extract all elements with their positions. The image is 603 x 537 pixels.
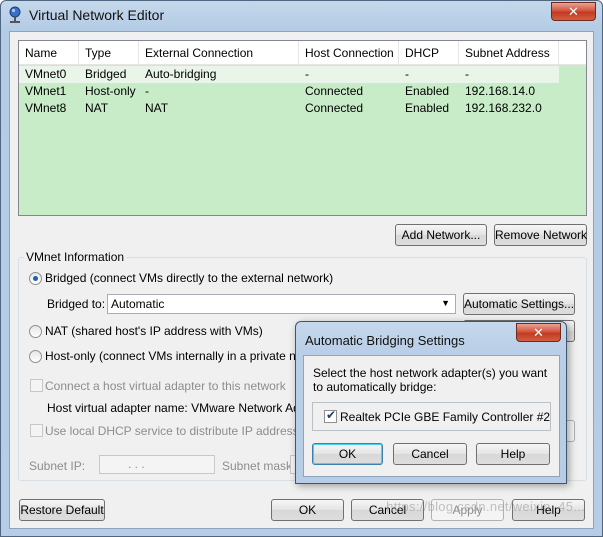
dialog-ok-button[interactable]: OK bbox=[312, 443, 383, 465]
row-type: Host-only bbox=[85, 84, 136, 98]
col-external-connection[interactable]: External Connection bbox=[139, 41, 299, 65]
row-name: VMnet0 bbox=[25, 67, 67, 81]
dialog-title: Automatic Bridging Settings bbox=[305, 333, 465, 348]
close-icon: ✕ bbox=[568, 4, 579, 19]
close-icon: ✕ bbox=[533, 325, 544, 340]
bridged-to-value: Automatic bbox=[111, 297, 165, 311]
subnet-ip-label: Subnet IP: bbox=[29, 459, 86, 473]
row-external: Auto-bridging bbox=[145, 67, 217, 81]
chevron-down-icon: ▼ bbox=[441, 298, 450, 308]
row-name: VMnet8 bbox=[25, 101, 67, 115]
host-only-radio[interactable] bbox=[29, 350, 42, 363]
ok-button[interactable]: OK bbox=[271, 499, 344, 521]
bridged-radio[interactable] bbox=[29, 272, 42, 285]
col-dhcp[interactable]: DHCP bbox=[399, 41, 459, 65]
vmnet-information-label: VMnet Information bbox=[24, 250, 127, 264]
host-only-label[interactable]: Host-only (connect VMs internally in a p… bbox=[45, 349, 325, 363]
table-row[interactable]: VMnet1 Host-only - Connected Enabled 192… bbox=[19, 83, 559, 100]
row-dhcp: - bbox=[405, 67, 409, 81]
adapter-label[interactable]: Realtek PCIe GBE Family Controller #2 bbox=[340, 410, 550, 424]
bridged-label[interactable]: Bridged (connect VMs directly to the ext… bbox=[45, 271, 333, 285]
remove-network-button[interactable]: Remove Network bbox=[494, 224, 587, 246]
network-list[interactable]: Name Type External Connection Host Conne… bbox=[18, 40, 587, 216]
automatic-bridging-dialog: Automatic Bridging Settings ✕ Select the… bbox=[295, 321, 567, 484]
table-row[interactable]: VMnet8 NAT NAT Connected Enabled 192.168… bbox=[19, 100, 559, 117]
title-bar[interactable]: Virtual Network Editor ✕ bbox=[1, 1, 602, 29]
col-host-connection[interactable]: Host Connection bbox=[299, 41, 399, 65]
row-name: VMnet1 bbox=[25, 84, 67, 98]
row-subnet: - bbox=[465, 67, 469, 81]
subnet-ip-value: . . . bbox=[128, 457, 145, 471]
window-title: Virtual Network Editor bbox=[29, 7, 165, 23]
col-type[interactable]: Type bbox=[79, 41, 139, 65]
dialog-client-area: Select the host network adapter(s) you w… bbox=[303, 355, 560, 477]
dialog-cancel-button[interactable]: Cancel bbox=[393, 443, 467, 465]
network-list-header: Name Type External Connection Host Conne… bbox=[19, 41, 586, 65]
row-type: Bridged bbox=[85, 67, 127, 81]
row-subnet: 192.168.14.0 bbox=[465, 84, 536, 98]
row-host: - bbox=[305, 67, 309, 81]
dialog-instruction: Select the host network adapter(s) you w… bbox=[313, 366, 548, 394]
row-dhcp: Enabled bbox=[405, 84, 450, 98]
col-subnet-address[interactable]: Subnet Address bbox=[459, 41, 559, 65]
restore-default-button[interactable]: Restore Default bbox=[19, 499, 105, 521]
row-host: Connected bbox=[305, 101, 364, 115]
automatic-settings-button[interactable]: Automatic Settings... bbox=[463, 293, 575, 315]
connect-adapter-label: Connect a host virtual adapter to this n… bbox=[45, 379, 286, 393]
add-network-button[interactable]: Add Network... bbox=[395, 224, 487, 246]
close-dialog-button[interactable]: ✕ bbox=[516, 323, 561, 342]
dhcp-checkbox[interactable] bbox=[30, 424, 43, 437]
close-window-button[interactable]: ✕ bbox=[551, 2, 596, 21]
row-type: NAT bbox=[85, 101, 109, 115]
table-row[interactable]: VMnet0 Bridged Auto-bridging - - - bbox=[19, 66, 559, 83]
col-name[interactable]: Name bbox=[19, 41, 79, 65]
nat-radio[interactable] bbox=[29, 325, 42, 338]
adapter-name-label: Host virtual adapter name: VMware Networ… bbox=[47, 401, 324, 415]
bridged-to-select[interactable]: Automatic ▼ bbox=[107, 294, 456, 314]
dialog-help-button[interactable]: Help bbox=[476, 443, 550, 465]
adapter-checkbox[interactable] bbox=[324, 408, 337, 423]
watermark-text: https://blog.csdn.net/weixin_45... bbox=[386, 499, 585, 514]
row-subnet: 192.168.232.0 bbox=[465, 101, 542, 115]
bridged-to-label: Bridged to: bbox=[47, 297, 106, 311]
row-external: - bbox=[145, 84, 149, 98]
connect-adapter-checkbox[interactable] bbox=[30, 379, 43, 392]
nat-label[interactable]: NAT (shared host's IP address with VMs) bbox=[45, 324, 263, 338]
network-app-icon bbox=[9, 6, 21, 23]
row-external: NAT bbox=[145, 101, 169, 115]
dhcp-label: Use local DHCP service to distribute IP … bbox=[45, 424, 334, 438]
adapter-list: Realtek PCIe GBE Family Controller #2 bbox=[312, 402, 551, 431]
row-host: Connected bbox=[305, 84, 364, 98]
row-dhcp: Enabled bbox=[405, 101, 450, 115]
subnet-ip-input[interactable]: . . . bbox=[99, 455, 215, 474]
subnet-mask-label: Subnet mask: bbox=[222, 459, 296, 473]
